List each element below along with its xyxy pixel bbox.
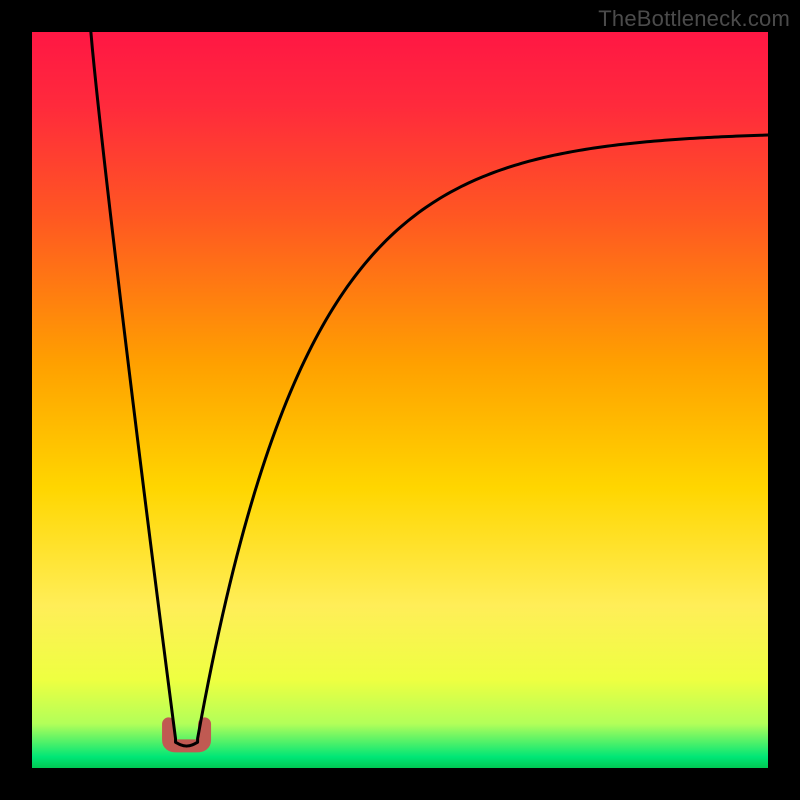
plot-area [32, 32, 768, 768]
chart-frame: TheBottleneck.com [0, 0, 800, 800]
watermark-text: TheBottleneck.com [598, 6, 790, 32]
chart-svg [32, 32, 768, 768]
gradient-background [32, 32, 768, 768]
